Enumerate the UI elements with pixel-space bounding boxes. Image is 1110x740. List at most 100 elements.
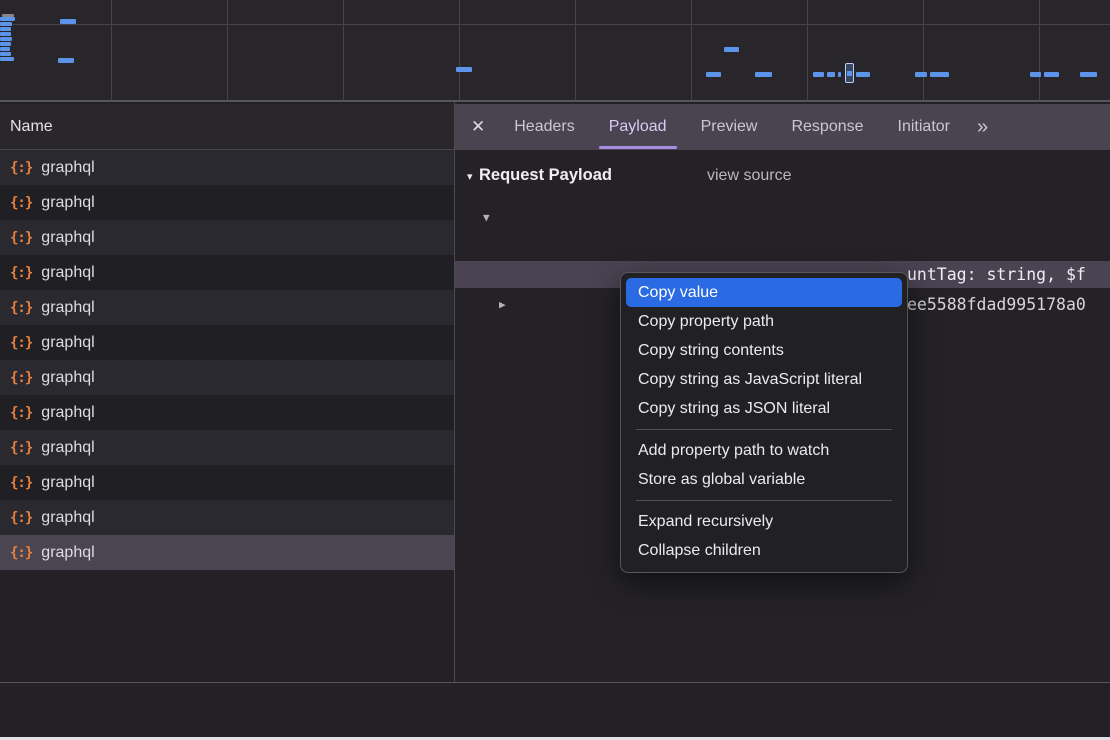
name-column-label: Name <box>10 118 53 136</box>
waterfall-bar <box>0 52 11 56</box>
json-type-icon: {:} <box>10 335 32 351</box>
json-type-icon: {:} <box>10 230 32 246</box>
context-menu-item[interactable]: Copy string contents <box>626 336 902 365</box>
json-type-icon: {:} <box>10 510 32 526</box>
context-menu-item[interactable]: Copy string as JavaScript literal <box>626 365 902 394</box>
waterfall-bar <box>915 72 927 77</box>
json-type-icon: {:} <box>10 195 32 211</box>
request-row[interactable]: {:} graphql <box>0 360 454 395</box>
overview-gridline <box>111 0 112 100</box>
waterfall-bar <box>0 17 15 21</box>
waterfall-bar <box>1030 72 1041 77</box>
context-menu-item[interactable]: Collapse children <box>626 536 902 565</box>
waterfall-bar <box>838 72 841 77</box>
waterfall-bar <box>0 57 14 61</box>
request-row[interactable]: {:} graphql <box>0 500 454 535</box>
request-row[interactable]: {:} graphql <box>0 395 454 430</box>
json-type-icon: {:} <box>10 265 32 281</box>
panel-divider[interactable] <box>454 102 455 737</box>
devtools-network-panel: Name ✕ Headers Payload Preview Response … <box>0 0 1110 740</box>
overview-gridline <box>1039 0 1040 100</box>
overview-gridline <box>923 0 924 100</box>
property-value-truncated: untTag: string, $f <box>907 261 1086 288</box>
context-menu-item[interactable]: Copy string as JSON literal <box>626 394 902 423</box>
expanded-arrow-icon[interactable]: ▼ <box>483 204 490 231</box>
view-source-link[interactable]: view source <box>707 167 791 185</box>
waterfall-bar <box>1080 72 1097 77</box>
request-name: graphql <box>41 194 94 212</box>
json-type-icon: {:} <box>10 300 32 316</box>
overview-gridline <box>227 0 228 100</box>
request-name: graphql <box>41 369 94 387</box>
request-row[interactable]: {:} graphql <box>0 185 454 220</box>
selected-request-marker-bar <box>847 71 852 76</box>
waterfall-bar <box>813 72 824 77</box>
request-row[interactable]: {:}graphql <box>0 535 454 570</box>
request-name: graphql <box>41 509 94 527</box>
tab-response[interactable]: Response <box>776 104 878 150</box>
tab-initiator[interactable]: Initiator <box>883 104 965 150</box>
json-type-icon: {:} <box>10 370 32 386</box>
request-name: graphql <box>41 474 94 492</box>
close-icon[interactable]: ✕ <box>471 117 485 137</box>
tab-payload[interactable]: Payload <box>594 104 682 150</box>
waterfall-bar <box>0 37 12 41</box>
overview-gridline <box>575 0 576 100</box>
payload-root-row[interactable]: ▼ {operationName: "ipFlowTimeseries", va… <box>455 204 1110 231</box>
waterfall-bar <box>856 72 870 77</box>
request-row[interactable]: {:} graphql <box>0 465 454 500</box>
waterfall-bar <box>1044 72 1059 77</box>
context-menu: Copy valueCopy property pathCopy string … <box>620 272 908 573</box>
selected-request-marker <box>845 63 854 83</box>
waterfall-bar <box>930 72 949 77</box>
waterfall-bar <box>60 19 76 24</box>
network-overview[interactable] <box>0 0 1110 102</box>
tab-headers[interactable]: Headers <box>499 104 589 150</box>
property-value-truncated: ee5588fdad995178a0 <box>907 291 1086 318</box>
request-row[interactable]: {:} graphql <box>0 255 454 290</box>
waterfall-bar <box>456 67 472 72</box>
waterfall-bar <box>58 58 74 63</box>
collapsed-arrow-icon[interactable]: ▶ <box>499 291 506 318</box>
request-payload-section: ▾ Request Payload view source <box>455 166 1110 190</box>
context-menu-item[interactable]: Add property path to watch <box>626 436 902 465</box>
json-type-icon: {:} <box>10 475 32 491</box>
status-footer <box>0 683 1110 737</box>
detail-tab-bar: ✕ Headers Payload Preview Response Initi… <box>455 104 1110 150</box>
waterfall-bar <box>724 47 739 52</box>
request-name: graphql <box>41 264 94 282</box>
context-menu-item[interactable]: Copy value <box>626 278 902 307</box>
request-row[interactable]: {:} graphql <box>0 290 454 325</box>
json-type-icon: {:} <box>10 160 32 176</box>
request-row[interactable]: {:} graphql <box>0 430 454 465</box>
waterfall-bar <box>0 47 10 51</box>
tab-preview[interactable]: Preview <box>686 104 773 150</box>
waterfall-bar <box>827 72 835 77</box>
request-name: graphql <box>41 159 94 177</box>
request-row[interactable]: {:} graphql <box>0 325 454 360</box>
json-type-icon: {:} <box>10 545 32 561</box>
context-menu-item[interactable]: Copy property path <box>626 307 902 336</box>
menu-separator <box>636 500 892 501</box>
menu-separator <box>636 429 892 430</box>
section-collapse-icon[interactable]: ▾ <box>467 170 473 183</box>
json-type-icon: {:} <box>10 405 32 421</box>
waterfall-bar <box>755 72 772 77</box>
request-list: {:} graphql {:} graphql {:} graphql {:} graphql… <box>0 150 454 682</box>
overview-gridline <box>691 0 692 100</box>
waterfall-bar <box>0 42 11 46</box>
request-name: graphql <box>41 299 94 317</box>
context-menu-item[interactable]: Store as global variable <box>626 465 902 494</box>
payload-operationname-row[interactable]: operationName: "ipFlowTimeseries" <box>455 234 1110 261</box>
request-name: graphql <box>41 404 94 422</box>
request-name: graphql <box>41 334 94 352</box>
request-row[interactable]: {:} graphql <box>0 150 454 185</box>
overview-row-divider <box>0 24 1110 25</box>
section-title: Request Payload <box>479 166 612 185</box>
more-tabs-icon[interactable]: » <box>969 116 996 139</box>
name-column-header[interactable]: Name <box>0 104 455 150</box>
request-row[interactable]: {:}graphql <box>0 220 454 255</box>
json-type-icon: {:} <box>10 440 32 456</box>
context-menu-item[interactable]: Expand recursively <box>626 507 902 536</box>
request-name: graphql <box>41 439 94 457</box>
